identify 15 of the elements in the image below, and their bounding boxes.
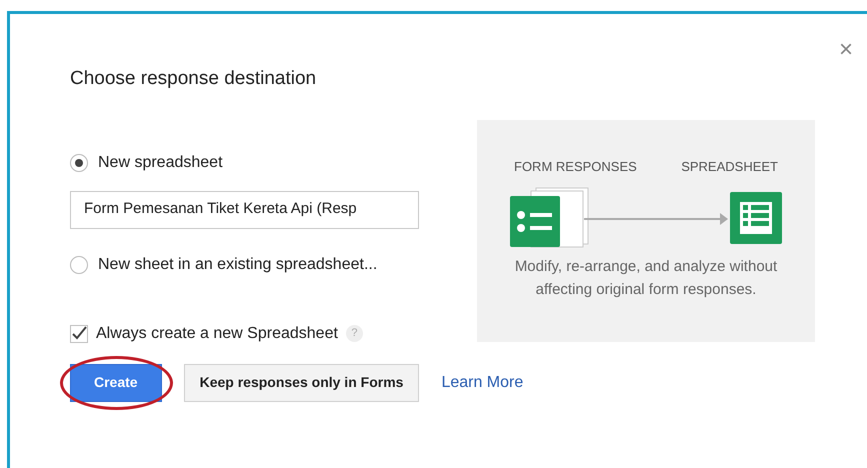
create-button[interactable]: Create (70, 364, 162, 402)
diagram-label: FORM RESPONSES (514, 158, 637, 176)
illustration-caption: Modify, re-arrange, and analyze without affecting original form responses. (514, 257, 778, 300)
input-field[interactable]: Form Pemesanan Tiket Kereta Api (Resp (70, 190, 419, 228)
option-label: New spreadsheet (98, 152, 223, 172)
checkbox[interactable] (70, 324, 88, 342)
keep-in-forms-button[interactable]: Keep responses only in Forms (184, 364, 420, 402)
radio-button[interactable] (70, 256, 88, 274)
diagram-label: SPREADSHEET (681, 158, 778, 176)
learn-more-link[interactable]: Learn More (441, 370, 524, 394)
dialog-title: Choose response destination (70, 67, 316, 91)
radio-button[interactable] (70, 154, 88, 172)
checkbox-label: Always create a new Spreadsheet (96, 324, 338, 344)
option-label: New sheet in an existing spreadsheet... (98, 254, 378, 274)
close-button[interactable]: × (838, 37, 853, 63)
